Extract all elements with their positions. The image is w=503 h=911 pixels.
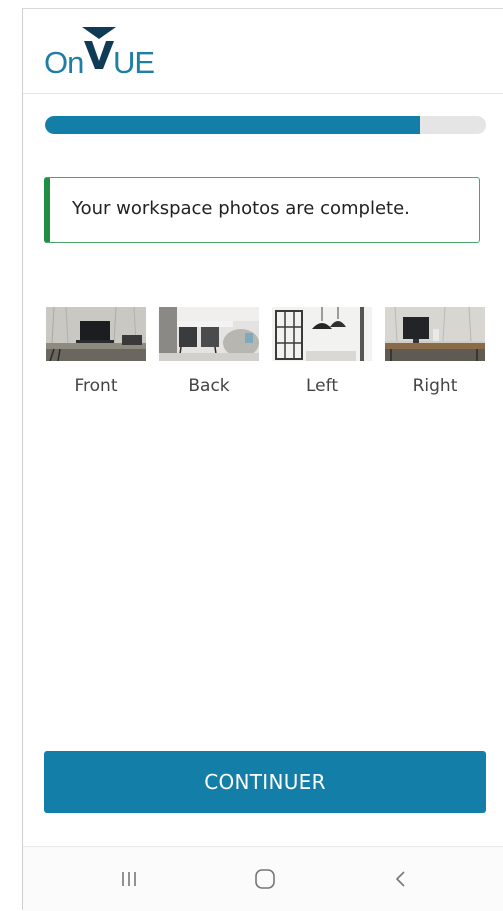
logo-text-on: On <box>44 45 84 80</box>
photo-right[interactable]: Right <box>385 307 487 396</box>
workspace-photos: Front Back Left Right <box>46 307 491 407</box>
success-alert: Your workspace photos are complete. <box>44 177 480 243</box>
back-icon[interactable] <box>381 863 421 895</box>
home-icon[interactable] <box>245 863 285 895</box>
recent-apps-icon[interactable] <box>109 863 149 895</box>
photo-label-left: Left <box>306 376 338 396</box>
app-frame: On UE Your workspace photos are complete… <box>22 8 503 911</box>
logo-text-ue: UE <box>113 45 155 80</box>
right-photo-thumbnail[interactable] <box>385 307 485 361</box>
progress-bar <box>45 116 486 134</box>
photo-front[interactable]: Front <box>46 307 148 396</box>
photo-label-right: Right <box>412 376 458 396</box>
photo-label-front: Front <box>74 376 118 396</box>
back-photo-thumbnail[interactable] <box>159 307 259 361</box>
system-navigation-bar <box>23 846 503 911</box>
photo-back[interactable]: Back <box>159 307 261 396</box>
onvue-logo: On UE <box>44 25 164 81</box>
continue-button[interactable]: CONTINUER <box>44 751 486 813</box>
left-photo-thumbnail[interactable] <box>272 307 372 361</box>
header: On UE <box>23 9 503 94</box>
photo-label-back: Back <box>188 376 230 396</box>
photo-left[interactable]: Left <box>272 307 374 396</box>
alert-message: Your workspace photos are complete. <box>72 198 410 219</box>
logo-v-icon <box>82 27 116 69</box>
front-photo-thumbnail[interactable] <box>46 307 146 361</box>
progress-bar-fill <box>45 116 420 134</box>
